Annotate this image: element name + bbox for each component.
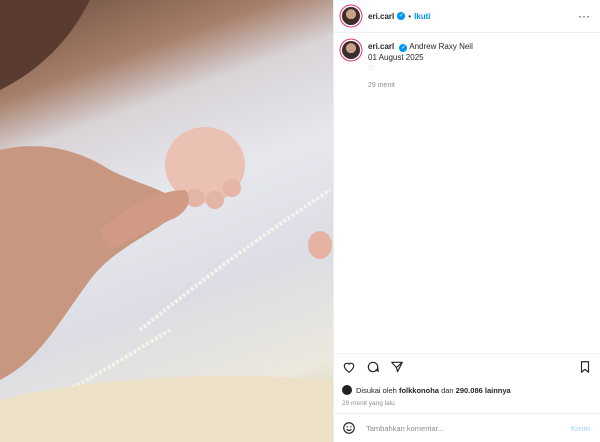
- caption-avatar[interactable]: [342, 41, 360, 59]
- likes-count[interactable]: 290.086 lainnya: [456, 386, 511, 395]
- caption-body: eri.carl ✓ Andrew Raxy Neil 01 August 20…: [368, 41, 473, 91]
- comment-composer: Kirim: [334, 413, 600, 442]
- send-button[interactable]: Kirim: [571, 424, 590, 433]
- share-icon[interactable]: [390, 360, 404, 374]
- comments-area: eri.carl ✓ Andrew Raxy Neil 01 August 20…: [334, 33, 600, 353]
- post-dialog: eri.carl ✓ • Ikuti ··· eri.carl ✓ Andrew…: [0, 0, 600, 442]
- header-username[interactable]: eri.carl: [368, 12, 394, 21]
- caption-text: Andrew Raxy Neil: [409, 42, 473, 51]
- caption-username[interactable]: eri.carl: [368, 42, 394, 51]
- bookmark-icon[interactable]: [578, 360, 592, 374]
- heart-icon[interactable]: [342, 360, 356, 374]
- likes-prefix: Disukai oleh: [356, 385, 397, 395]
- likes-joiner: dan: [441, 385, 454, 395]
- posted-time[interactable]: 29 menit yang lalu: [334, 400, 600, 413]
- caption-date: 01 August 2025: [368, 53, 424, 62]
- baby-hand-photo: [0, 0, 333, 442]
- post-header: eri.carl ✓ • Ikuti ···: [334, 0, 600, 33]
- avatar[interactable]: [342, 7, 360, 25]
- likes-user[interactable]: folkkonoha: [399, 386, 439, 395]
- caption: eri.carl ✓ Andrew Raxy Neil 01 August 20…: [342, 41, 590, 91]
- post-sidebar: eri.carl ✓ • Ikuti ··· eri.carl ✓ Andrew…: [333, 0, 600, 442]
- comment-input[interactable]: [364, 422, 571, 434]
- post-image[interactable]: [0, 0, 333, 442]
- follow-button[interactable]: Ikuti: [414, 12, 430, 21]
- verified-icon: ✓: [397, 12, 406, 20]
- comment-icon[interactable]: [366, 360, 380, 374]
- caption-emoji: ♡: [368, 64, 376, 73]
- emoji-icon[interactable]: [342, 421, 356, 435]
- likes-row: Disukai oleh folkkonoha dan 290.086 lain…: [334, 380, 600, 400]
- verified-icon: ✓: [399, 44, 408, 52]
- liker-avatar[interactable]: [342, 385, 352, 395]
- more-icon[interactable]: ···: [578, 9, 590, 23]
- action-bar: [334, 353, 600, 380]
- caption-time: 29 menit: [368, 82, 395, 89]
- separator-dot: •: [408, 11, 412, 21]
